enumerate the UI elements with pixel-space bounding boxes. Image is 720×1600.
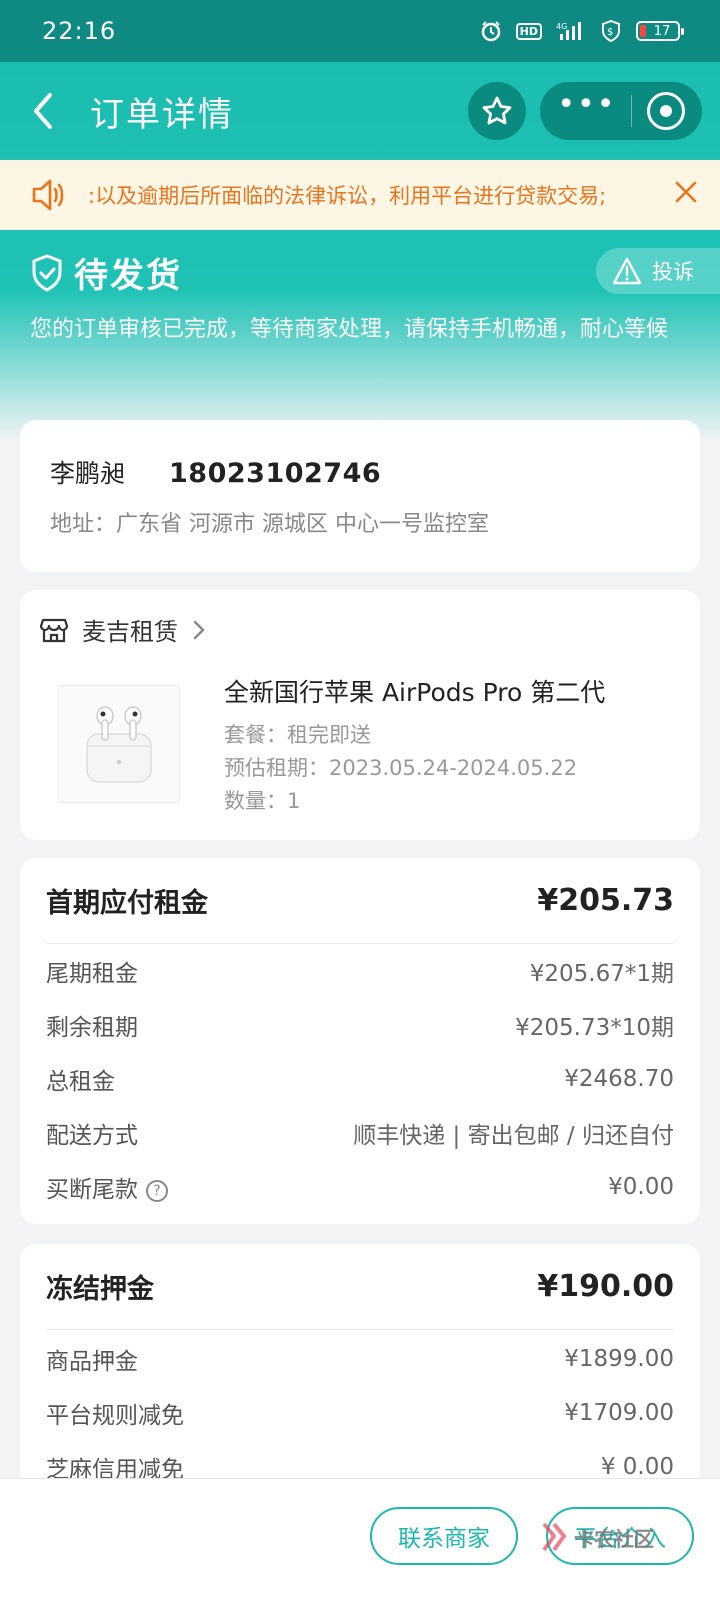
status-icons: HD 4G $ 17 — [480, 20, 684, 42]
complaint-label: 投诉 — [652, 260, 694, 284]
deposit-head: 冻结押金 ¥190.00 — [46, 1244, 674, 1330]
deposit-row: 平台规则减免 ¥1709.00 — [46, 1386, 674, 1440]
product-card: 麦吉租赁 全新国行苹果 AirPods Pro 第二代 套餐：租完即送 预估租期… — [20, 590, 700, 840]
battery-icon: 17 — [636, 21, 684, 41]
deposit-row: 商品押金 ¥1899.00 — [46, 1332, 674, 1386]
fee-label: 配送方式 — [46, 1123, 138, 1149]
notice-text: :以及逾期后所面临的法律诉讼，利用平台进行贷款交易; — [88, 184, 607, 208]
notice-close-button[interactable] — [674, 180, 698, 210]
deposit-row-label: 平台规则减免 — [46, 1403, 184, 1429]
system-status-bar: 22:16 HD 4G $ 17 — [0, 0, 720, 62]
fee-value: ¥0.00 — [608, 1174, 674, 1200]
hd-icon: HD — [515, 22, 542, 40]
shop-name: 麦吉租赁 — [82, 618, 178, 646]
alarm-icon — [480, 20, 502, 42]
recipient-name: 李鹏昶 — [50, 459, 126, 488]
order-status-description: 您的订单审核已完成，等待商家处理，请保持手机畅通，耐心等候 — [30, 317, 669, 342]
svg-text:$: $ — [607, 27, 613, 38]
shield-check-icon — [32, 254, 62, 291]
miniapp-capsule: ••• — [540, 82, 702, 140]
bottom-action-bar: 联系商家 平台介入 卡农社区 — [0, 1478, 720, 1600]
fee-label: 剩余租期 — [46, 1015, 138, 1041]
product-quantity: 数量：1 — [224, 789, 301, 813]
deposit-value: ¥190.00 — [537, 1269, 674, 1304]
fee-row: 剩余租期 ¥205.73*10期 — [46, 998, 674, 1052]
product-period: 预估租期：2023.05.24-2024.05.22 — [224, 756, 578, 780]
fee-label: 买断尾款 — [46, 1177, 138, 1203]
deposit-label: 冻结押金 — [46, 1274, 154, 1305]
recipient-phone: 18023102746 — [169, 458, 382, 489]
first-rent-value: ¥205.73 — [537, 883, 674, 918]
deposit-row-value: ¥ 0.00 — [600, 1454, 674, 1480]
more-menu-button[interactable]: ••• — [557, 90, 616, 120]
recipient-row: 李鹏昶 18023102746 — [50, 454, 670, 490]
fee-value: ¥205.67*1期 — [529, 961, 674, 987]
capsule-divider — [631, 95, 633, 127]
product-image — [58, 685, 180, 803]
product-info: 全新国行苹果 AirPods Pro 第二代 套餐：租完即送 预估租期：2023… — [224, 673, 605, 813]
shop-row[interactable]: 麦吉租赁 — [40, 612, 680, 647]
question-icon[interactable]: ? — [146, 1179, 168, 1202]
deposit-row-label: 商品押金 — [46, 1349, 138, 1375]
fee-row: 买断尾款? ¥0.00 — [46, 1160, 674, 1214]
order-status-title: 待发货 — [74, 256, 182, 296]
fee-value: 顺丰快递 | 寄出包邮 / 归还自付 — [353, 1123, 674, 1149]
airpods-image-icon — [86, 706, 152, 783]
warning-icon — [612, 257, 642, 285]
chevron-right-icon — [193, 620, 205, 639]
shield-icon: $ — [600, 20, 622, 42]
product-package: 套餐：租完即送 — [224, 723, 371, 747]
recipient-address: 地址：广东省 河源市 源城区 中心一号监控室 — [50, 512, 489, 537]
address-card[interactable]: 李鹏昶 18023102746 地址：广东省 河源市 源城区 中心一号监控室 — [20, 420, 700, 572]
product-row[interactable]: 全新国行苹果 AirPods Pro 第二代 套餐：租完即送 预估租期：2023… — [40, 673, 680, 813]
fee-label: 尾期租金 — [46, 961, 138, 987]
store-icon — [40, 618, 68, 642]
nav-bar: 订单详情 ••• — [0, 62, 720, 160]
rent-fee-card: 首期应付租金 ¥205.73 尾期租金 ¥205.67*1期 剩余租期 ¥205… — [20, 858, 700, 1224]
close-icon — [675, 181, 697, 203]
page-title: 订单详情 — [90, 94, 234, 135]
fee-value: ¥2468.70 — [564, 1066, 674, 1092]
contact-merchant-button[interactable]: 联系商家 — [370, 1507, 518, 1565]
fee-label: 总租金 — [46, 1069, 115, 1095]
chevron-left-icon — [34, 93, 52, 129]
fee-row: 尾期租金 ¥205.67*1期 — [46, 944, 674, 998]
first-rent-label: 首期应付租金 — [46, 888, 208, 919]
fee-row: 配送方式 顺丰快递 | 寄出包邮 / 归还自付 — [46, 1106, 674, 1160]
close-miniapp-button[interactable] — [646, 92, 685, 130]
complaint-button[interactable]: 投诉 — [596, 248, 720, 294]
order-status-row: 待发货 — [30, 248, 182, 297]
fee-head: 首期应付租金 ¥205.73 — [46, 858, 674, 944]
fee-value: ¥205.73*10期 — [515, 1015, 674, 1041]
product-title: 全新国行苹果 AirPods Pro 第二代 — [224, 678, 606, 707]
svg-text:4G: 4G — [556, 22, 567, 31]
fee-label-wrap: 买断尾款? — [46, 1170, 168, 1204]
favorite-button[interactable] — [468, 82, 526, 140]
back-button[interactable] — [30, 86, 70, 136]
star-icon — [482, 96, 512, 125]
notice-banner: :以及逾期后所面临的法律诉讼，利用平台进行贷款交易; — [0, 160, 720, 230]
platform-intervene-button[interactable]: 平台介入 — [546, 1507, 694, 1565]
speaker-icon — [32, 179, 64, 211]
deposit-row-value: ¥1709.00 — [564, 1400, 674, 1426]
signal-4g-icon: 4G — [556, 20, 586, 42]
battery-level: 17 — [653, 23, 671, 39]
deposit-row-value: ¥1899.00 — [564, 1346, 674, 1372]
fee-row: 总租金 ¥2468.70 — [46, 1052, 674, 1106]
status-time: 22:16 — [42, 17, 117, 45]
